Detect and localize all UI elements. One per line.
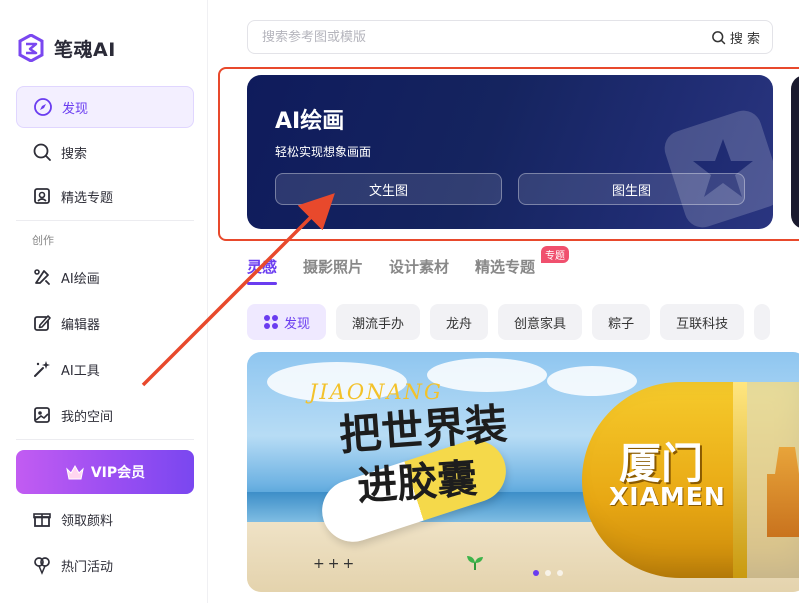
capsule-text-en: XIAMEN: [609, 482, 726, 511]
brand-name: 笔魂AI: [54, 38, 116, 61]
sidebar-item-editor[interactable]: 编辑器: [16, 302, 194, 344]
banner-subtitle: 轻松实现想象画面: [275, 145, 372, 159]
ai-tools-icon: [34, 361, 50, 377]
sidebar-item-label: 发现: [62, 101, 89, 117]
sidebar: 笔魂AI 发现 搜索 精选专题 创作 AI绘画 编辑器 AI工具 我的空间 VI…: [0, 0, 208, 603]
carousel-dots: [533, 570, 563, 576]
sidebar-item-label: AI工具: [61, 363, 100, 379]
chip-more[interactable]: [754, 304, 771, 340]
search-button-label: 搜 索: [729, 31, 760, 47]
crown-icon: [66, 464, 84, 480]
sidebar-item-ai-paint[interactable]: AI绘画: [16, 256, 194, 298]
tab-design-assets[interactable]: 设计素材: [389, 256, 449, 277]
chip-creative-furniture[interactable]: 创意家具: [498, 304, 583, 340]
category-chips: 发现 潮流手办 龙舟 创意家具 粽子 互联科技: [247, 304, 771, 340]
capsule-rim-shape: [733, 382, 747, 578]
sidebar-item-ai-tools[interactable]: AI工具: [16, 348, 194, 390]
cloud-shape: [547, 366, 637, 396]
sidebar-item-featured[interactable]: 精选专题: [16, 175, 194, 217]
cloud-shape: [427, 358, 547, 392]
chip-dragon-boat[interactable]: 龙舟: [430, 304, 489, 340]
vip-button[interactable]: VIP会员: [16, 450, 194, 494]
carousel-dot[interactable]: [545, 570, 551, 576]
sidebar-item-hot-events[interactable]: 热门活动: [16, 544, 194, 586]
content-tabs: 灵感 摄影照片 设计素材 精选专题: [247, 256, 535, 285]
sidebar-divider: [16, 220, 194, 221]
image-to-image-button[interactable]: 图生图: [518, 173, 745, 205]
chip-tech[interactable]: 互联科技: [660, 304, 745, 340]
my-space-icon: [34, 407, 50, 423]
brand-logo-icon: [18, 34, 44, 62]
tab-inspiration[interactable]: 灵感: [247, 256, 278, 285]
discover-icon: [34, 98, 52, 116]
topic-badge: 专题: [541, 246, 569, 263]
search-bar: 搜 索: [247, 20, 773, 54]
sidebar-item-search[interactable]: 搜索: [16, 131, 194, 173]
tab-featured-topics[interactable]: 精选专题: [475, 256, 535, 277]
sidebar-item-label: 搜索: [61, 146, 88, 162]
sidebar-item-label: AI绘画: [61, 271, 100, 287]
tab-photography[interactable]: 摄影照片: [303, 256, 363, 277]
ai-paint-banner: AI绘画 轻松实现想象画面 文生图 图生图: [247, 75, 773, 229]
sidebar-item-label: 热门活动: [61, 559, 114, 575]
carousel-dot[interactable]: [557, 570, 563, 576]
balloon-icon: [34, 557, 50, 575]
sidebar-divider: [16, 439, 194, 440]
sidebar-item-discover[interactable]: 发现: [16, 86, 194, 128]
sidebar-item-label: 我的空间: [61, 409, 114, 425]
chip-zongzi[interactable]: 粽子: [592, 304, 651, 340]
editor-icon: [34, 315, 51, 331]
search-icon: [33, 143, 51, 161]
text-to-image-button[interactable]: 文生图: [275, 173, 502, 205]
poster-headline-line2: 进胶囊: [355, 454, 479, 511]
sidebar-item-label: 领取颜料: [61, 513, 114, 529]
carousel-dot[interactable]: [533, 570, 539, 576]
discover-grid-icon: [264, 315, 278, 329]
section-label-create: 创作: [32, 234, 54, 247]
star-decoration-icon: [664, 110, 773, 228]
search-input[interactable]: [262, 29, 699, 45]
sidebar-item-my-space[interactable]: 我的空间: [16, 394, 194, 436]
sidebar-item-label: 精选专题: [61, 190, 114, 206]
vip-label: VIP会员: [90, 465, 146, 481]
app-root: 笔魂AI 发现 搜索 精选专题 创作 AI绘画 编辑器 AI工具 我的空间 VI…: [0, 0, 799, 603]
next-banner-card[interactable]: [791, 75, 799, 229]
search-button[interactable]: 搜 索: [699, 21, 772, 53]
ai-paint-icon: [34, 269, 50, 285]
gift-icon: [33, 513, 51, 527]
banner-title: AI绘画: [275, 109, 345, 134]
chip-discover[interactable]: 发现: [247, 304, 327, 340]
chip-trendy-figures[interactable]: 潮流手办: [336, 304, 421, 340]
sidebar-item-get-paint[interactable]: 领取颜料: [16, 498, 194, 540]
search-icon: [711, 30, 726, 44]
sprout-icon: [467, 556, 483, 570]
featured-icon: [34, 188, 50, 204]
chip-label: 发现: [284, 316, 311, 332]
brand-logo[interactable]: 笔魂AI: [18, 34, 116, 62]
poster-stars: +++: [313, 556, 358, 572]
featured-poster[interactable]: JIAONANG 把世界装 进胶囊 厦门 XIAMEN +++: [247, 352, 799, 592]
sidebar-item-label: 编辑器: [61, 317, 101, 333]
